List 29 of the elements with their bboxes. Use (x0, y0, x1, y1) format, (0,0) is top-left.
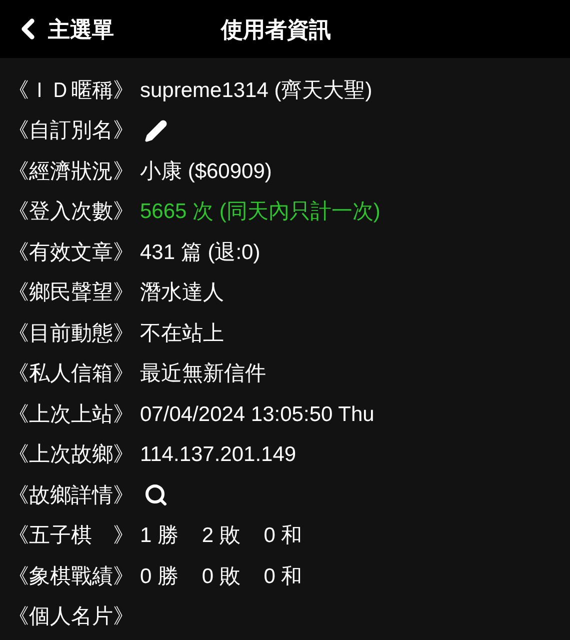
field-label: 《有效文章》 (8, 240, 134, 266)
field-value: 不在站上 (140, 320, 224, 346)
field-label: 《鄉民聲望》 (8, 280, 134, 306)
field-value: 5665 次 (同天內只計一次) (140, 199, 380, 225)
field-label: 《ＩＤ暱稱》 (8, 78, 134, 104)
page-title: 使用者資訊 (221, 16, 331, 44)
field-value: 小康 ($60909) (140, 158, 272, 184)
field-label: 《自訂別名》 (8, 118, 134, 144)
field-value: 最近無新信件 (140, 361, 266, 387)
field-label: 《個人名片》 (8, 604, 134, 630)
field-value: 07/04/2024 13:05:50 Thu (140, 402, 374, 428)
field-value: 114.137.201.149 (140, 442, 296, 468)
search-icon[interactable] (144, 483, 168, 508)
field-label: 《上次上站》 (8, 402, 134, 428)
field-value: 0 勝 0 敗 0 和 (140, 564, 302, 590)
field-value: supreme1314 (齊天大聖) (140, 78, 372, 104)
field-label: 《私人信箱》 (8, 361, 134, 387)
field-label: 《故鄉詳情》 (8, 482, 134, 508)
back-button[interactable]: 主選單 (0, 12, 114, 46)
edit-icon[interactable] (144, 118, 168, 143)
field-label: 《象棋戰績》 (8, 564, 134, 590)
field-label: 《上次故鄉》 (8, 442, 134, 468)
field-label: 《經濟狀況》 (8, 158, 134, 184)
field-label: 《目前動態》 (8, 320, 134, 346)
field-value: 1 勝 2 敗 0 和 (140, 523, 302, 549)
field-label: 《登入次數》 (8, 199, 134, 225)
field-value: 潛水達人 (140, 280, 224, 306)
field-value: 431 篇 (退:0) (140, 240, 260, 266)
field-label: 《五子棋 》 (8, 523, 134, 549)
